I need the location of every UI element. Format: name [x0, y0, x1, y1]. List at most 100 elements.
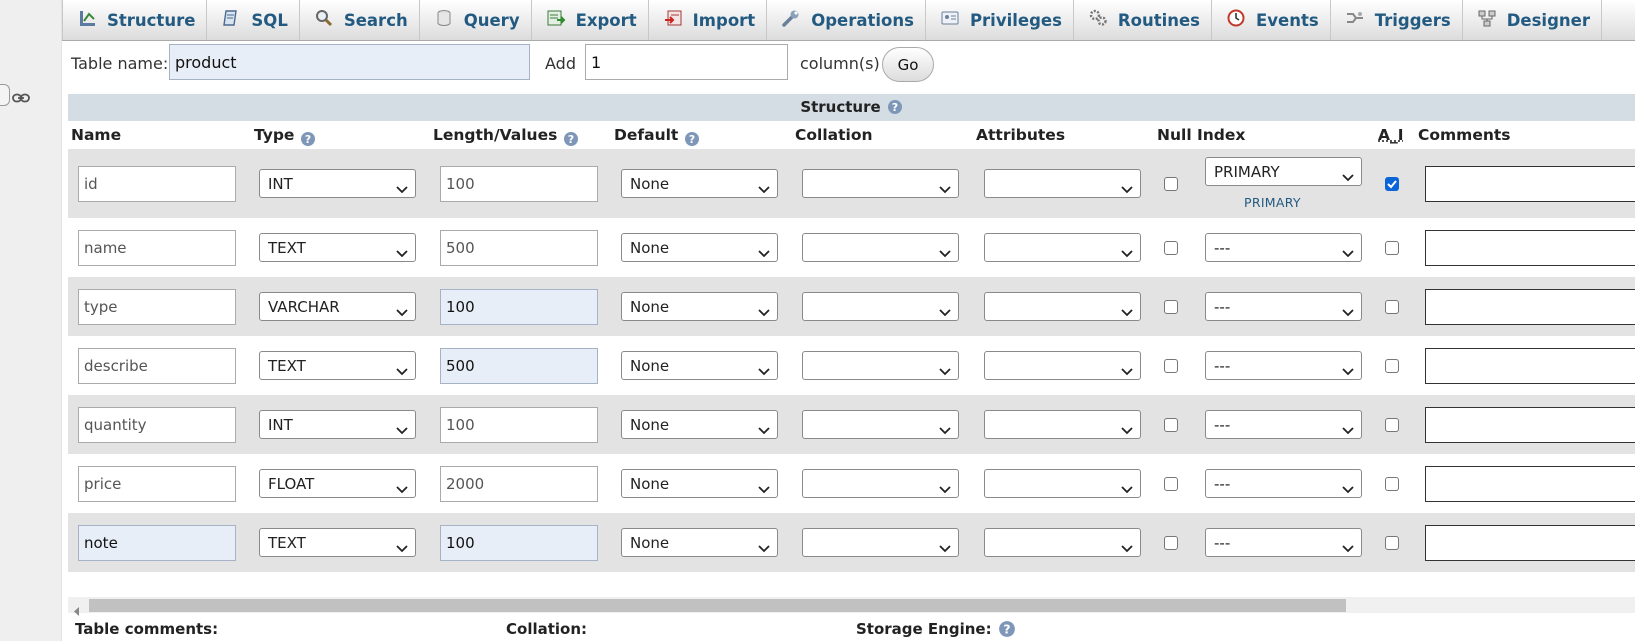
column-index-select[interactable]: --- — [1205, 410, 1362, 439]
column-name-input[interactable] — [78, 466, 236, 502]
column-length-input[interactable] — [440, 166, 598, 202]
column-length-input[interactable] — [440, 466, 598, 502]
column-type-select[interactable]: INT — [259, 169, 416, 198]
tab-triggers[interactable]: Triggers — [1331, 0, 1463, 40]
help-icon[interactable]: ? — [998, 620, 1016, 642]
column-attributes-select[interactable] — [984, 233, 1141, 262]
tab-designer[interactable]: Designer — [1463, 0, 1602, 40]
auto-increment-checkbox[interactable] — [1385, 418, 1399, 432]
auto-increment-checkbox[interactable] — [1385, 300, 1399, 314]
auto-increment-checkbox[interactable] — [1385, 477, 1399, 491]
horizontal-scrollbar[interactable] — [68, 597, 1635, 613]
auto-increment-checkbox[interactable] — [1385, 241, 1399, 255]
column-name-input[interactable] — [78, 348, 236, 384]
column-index-select[interactable]: --- — [1205, 233, 1362, 262]
auto-increment-checkbox[interactable] — [1385, 536, 1399, 550]
help-icon[interactable]: ? — [887, 97, 903, 124]
column-collation-select[interactable] — [802, 233, 959, 262]
column-comment-input[interactable] — [1425, 348, 1635, 384]
chevron-down-icon — [396, 244, 408, 262]
column-default-select[interactable]: None — [621, 292, 778, 321]
column-default-select[interactable]: None — [621, 169, 778, 198]
column-attributes-select[interactable] — [984, 410, 1141, 439]
tab-structure[interactable]: Structure — [62, 0, 207, 40]
chevron-down-icon — [1342, 168, 1354, 186]
column-attributes-select[interactable] — [984, 528, 1141, 557]
column-comment-input[interactable] — [1425, 230, 1635, 266]
column-comment-input[interactable] — [1425, 289, 1635, 325]
column-default-select[interactable]: None — [621, 469, 778, 498]
column-index-select[interactable]: --- — [1205, 469, 1362, 498]
column-name-input[interactable] — [78, 230, 236, 266]
tab-operations[interactable]: Operations — [767, 0, 926, 40]
column-attributes-select[interactable] — [984, 169, 1141, 198]
null-checkbox[interactable] — [1164, 359, 1178, 373]
null-checkbox[interactable] — [1164, 418, 1178, 432]
column-index-select[interactable]: --- — [1205, 292, 1362, 321]
column-length-input[interactable] — [440, 407, 598, 443]
column-index-select[interactable]: --- — [1205, 528, 1362, 557]
column-type-select[interactable]: FLOAT — [259, 469, 416, 498]
column-name-input[interactable] — [78, 525, 236, 561]
null-checkbox[interactable] — [1164, 536, 1178, 550]
column-length-input[interactable] — [440, 525, 598, 561]
column-length-input[interactable] — [440, 348, 598, 384]
column-comment-input[interactable] — [1425, 525, 1635, 561]
scroll-left-arrow-icon[interactable] — [74, 601, 80, 620]
null-checkbox[interactable] — [1164, 300, 1178, 314]
column-index-select[interactable]: PRIMARY — [1205, 157, 1362, 186]
tab-sql[interactable]: SQL — [207, 0, 299, 40]
column-attributes-select[interactable] — [984, 469, 1141, 498]
column-name-input[interactable] — [78, 289, 236, 325]
tab-events[interactable]: Events — [1212, 0, 1331, 40]
tab-import[interactable]: Import — [649, 0, 768, 40]
tab-privileges[interactable]: Privileges — [926, 0, 1074, 40]
tab-search[interactable]: Search — [300, 0, 420, 40]
add-columns-count-input[interactable] — [585, 44, 788, 80]
auto-increment-checkbox[interactable] — [1385, 359, 1399, 373]
help-icon[interactable]: ? — [563, 131, 579, 151]
scrollbar-thumb[interactable] — [89, 599, 1346, 612]
column-type-select[interactable]: TEXT — [259, 351, 416, 380]
chevron-down-icon — [1121, 421, 1133, 439]
column-collation-select[interactable] — [802, 528, 959, 557]
column-name-input[interactable] — [78, 407, 236, 443]
column-name-input[interactable] — [78, 166, 236, 202]
column-index-select[interactable]: --- — [1205, 351, 1362, 380]
column-type-select[interactable]: TEXT — [259, 233, 416, 262]
column-collation-select[interactable] — [802, 169, 959, 198]
column-collation-select[interactable] — [802, 469, 959, 498]
column-type-select[interactable]: TEXT — [259, 528, 416, 557]
null-checkbox[interactable] — [1164, 241, 1178, 255]
tab-export[interactable]: Export — [532, 0, 649, 40]
column-default-select[interactable]: None — [621, 351, 778, 380]
column-type-select[interactable]: INT — [259, 410, 416, 439]
auto-increment-checkbox[interactable] — [1385, 177, 1399, 191]
null-checkbox[interactable] — [1164, 477, 1178, 491]
tab-query[interactable]: Query — [420, 0, 532, 40]
help-icon[interactable]: ? — [300, 131, 316, 151]
primary-index-link[interactable]: PRIMARY — [1244, 195, 1301, 210]
column-collation-select[interactable] — [802, 410, 959, 439]
column-length-input[interactable] — [440, 289, 598, 325]
table-name-input[interactable] — [169, 44, 530, 80]
tab-routines[interactable]: Routines — [1074, 0, 1212, 40]
column-default-select[interactable]: None — [621, 528, 778, 557]
link-icon[interactable] — [12, 88, 30, 107]
column-comment-input[interactable] — [1425, 166, 1635, 202]
column-comment-input[interactable] — [1425, 407, 1635, 443]
column-collation-select[interactable] — [802, 292, 959, 321]
column-type-select[interactable]: VARCHAR — [259, 292, 416, 321]
column-default-select[interactable]: None — [621, 410, 778, 439]
column-length-input[interactable] — [440, 230, 598, 266]
column-collation-select[interactable] — [802, 351, 959, 380]
go-button[interactable]: Go — [882, 47, 934, 82]
help-icon[interactable]: ? — [684, 131, 700, 151]
null-checkbox[interactable] — [1164, 177, 1178, 191]
column-default-select[interactable]: None — [621, 233, 778, 262]
collapse-handle[interactable] — [0, 84, 10, 106]
column-attributes-select[interactable] — [984, 351, 1141, 380]
column-attributes-select[interactable] — [984, 292, 1141, 321]
column-comment-input[interactable] — [1425, 466, 1635, 502]
chevron-down-icon — [939, 480, 951, 498]
